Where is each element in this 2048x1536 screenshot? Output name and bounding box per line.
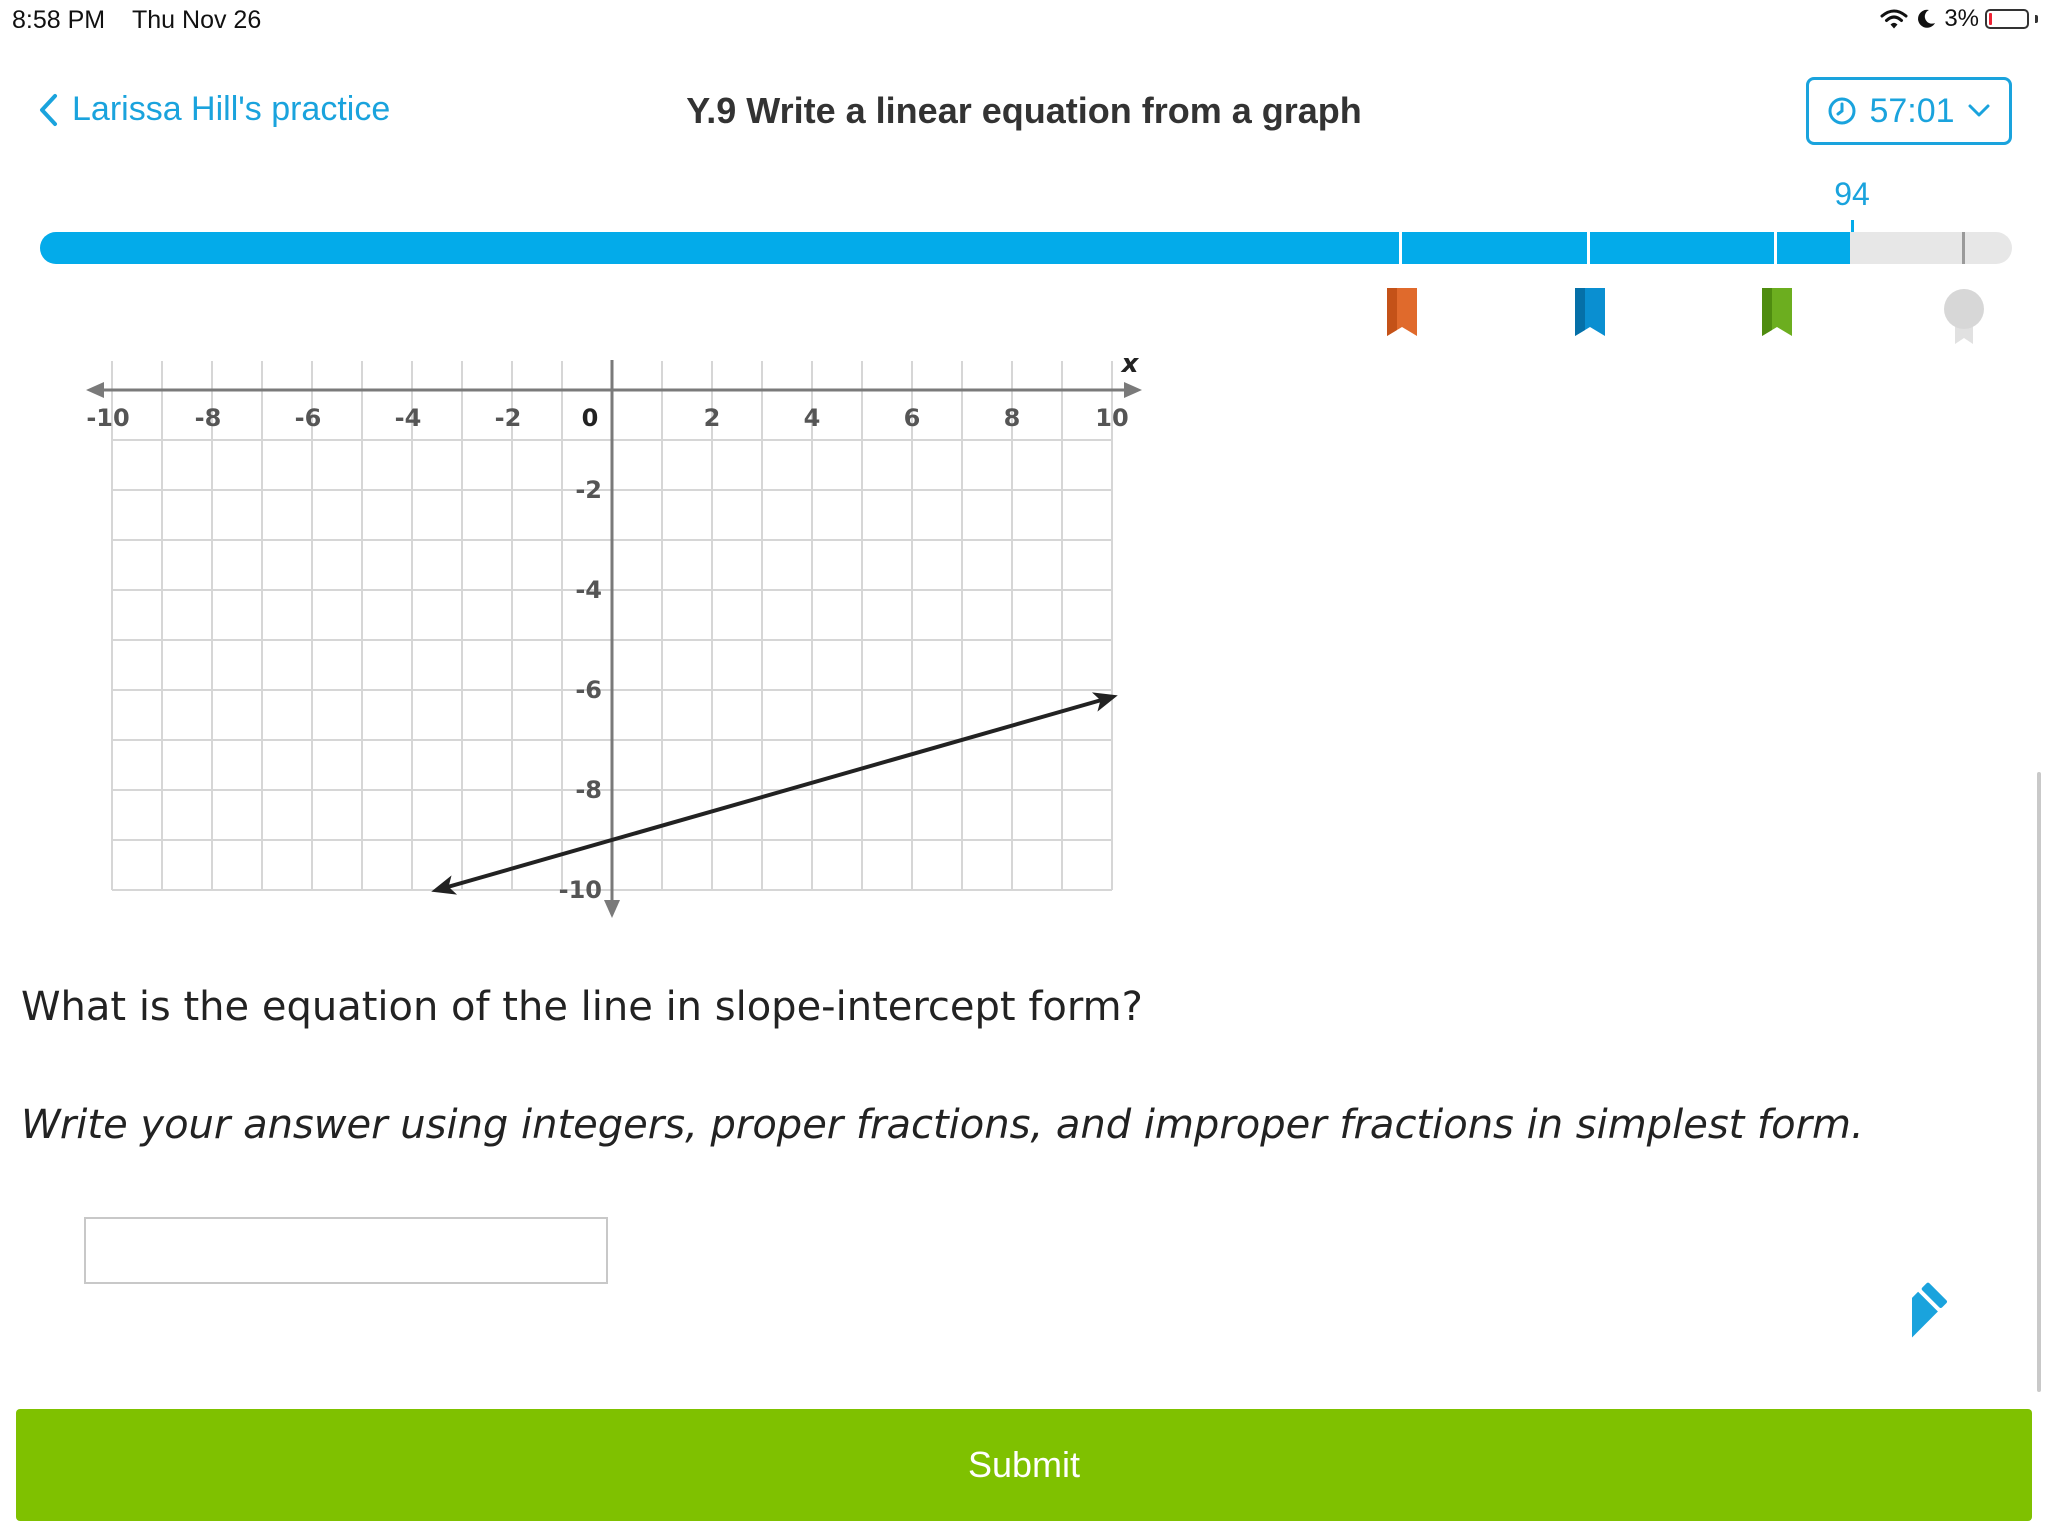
plot-line xyxy=(431,692,1118,895)
answer-input[interactable] xyxy=(84,1217,608,1284)
progress-tick xyxy=(1962,232,1965,264)
status-bar: 8:58 PM Thu Nov 26 3% xyxy=(0,0,2048,40)
moon-icon xyxy=(1918,9,1936,28)
answer-instructions: Write your answer using integers, proper… xyxy=(21,1102,1864,1148)
origin-label: 0 xyxy=(582,404,599,432)
timer-value: 57:01 xyxy=(1869,91,1955,130)
timer-dropdown[interactable]: 57:01 xyxy=(1806,77,2012,145)
x-tick-label: 4 xyxy=(804,404,821,432)
x-tick-label: -6 xyxy=(295,404,322,432)
question-prompt: What is the equation of the line in slop… xyxy=(21,984,1143,1030)
y-tick-label: -6 xyxy=(575,676,602,704)
status-time: 8:58 PM xyxy=(12,6,106,34)
page-title: Y.9 Write a linear equation from a graph xyxy=(686,90,1362,131)
orange-ribbon-icon xyxy=(1387,288,1417,336)
x-axis-arrow-right xyxy=(1124,382,1142,398)
battery-icon xyxy=(1985,9,2029,29)
x-axis-label: x xyxy=(1120,355,1140,379)
x-tick-label: 10 xyxy=(1095,404,1128,432)
wifi-icon xyxy=(1880,9,1908,29)
x-tick-label: 2 xyxy=(704,404,721,432)
x-tick-label: -4 xyxy=(395,404,422,432)
status-indicators: 3% xyxy=(1880,5,2038,33)
battery-percent: 3% xyxy=(1944,5,1979,32)
smartscore-progress-bar xyxy=(40,232,2012,264)
blue-ribbon-icon xyxy=(1575,288,1605,336)
pencil-icon[interactable] xyxy=(1912,1278,2008,1374)
status-date: Thu Nov 26 xyxy=(132,6,262,34)
x-axis-arrow-left xyxy=(86,382,104,398)
progress-tick xyxy=(1774,232,1777,264)
y-axis-arrow-down xyxy=(604,900,620,918)
y-tick-label: -8 xyxy=(575,776,602,804)
x-tick-label: 8 xyxy=(1004,404,1021,432)
y-tick-label: -2 xyxy=(575,476,602,504)
clock-icon xyxy=(1828,97,1856,125)
x-tick-label: -8 xyxy=(195,404,222,432)
graph-line xyxy=(436,695,1113,892)
smartscore-value: 94 xyxy=(1834,176,1870,212)
green-ribbon-icon xyxy=(1762,288,1792,336)
medal-icon xyxy=(1944,289,1984,344)
chevron-down-icon xyxy=(1968,104,1990,117)
y-tick-label: -4 xyxy=(575,576,602,604)
progress-fill xyxy=(40,232,1850,264)
x-tick-label: -10 xyxy=(86,404,129,432)
submit-button[interactable]: Submit xyxy=(16,1409,2032,1521)
coordinate-graph: x -10 -8 -6 -4 -2 2 4 6 8 10 0 -2 -4 -6 -8 -10 xyxy=(86,355,1142,918)
x-tick-label: -2 xyxy=(495,404,522,432)
scrollbar[interactable] xyxy=(2037,772,2041,1392)
x-tick-label: 6 xyxy=(904,404,921,432)
progress-tick xyxy=(1399,232,1402,264)
y-tick-label: -10 xyxy=(559,876,602,904)
progress-tick xyxy=(1587,232,1590,264)
